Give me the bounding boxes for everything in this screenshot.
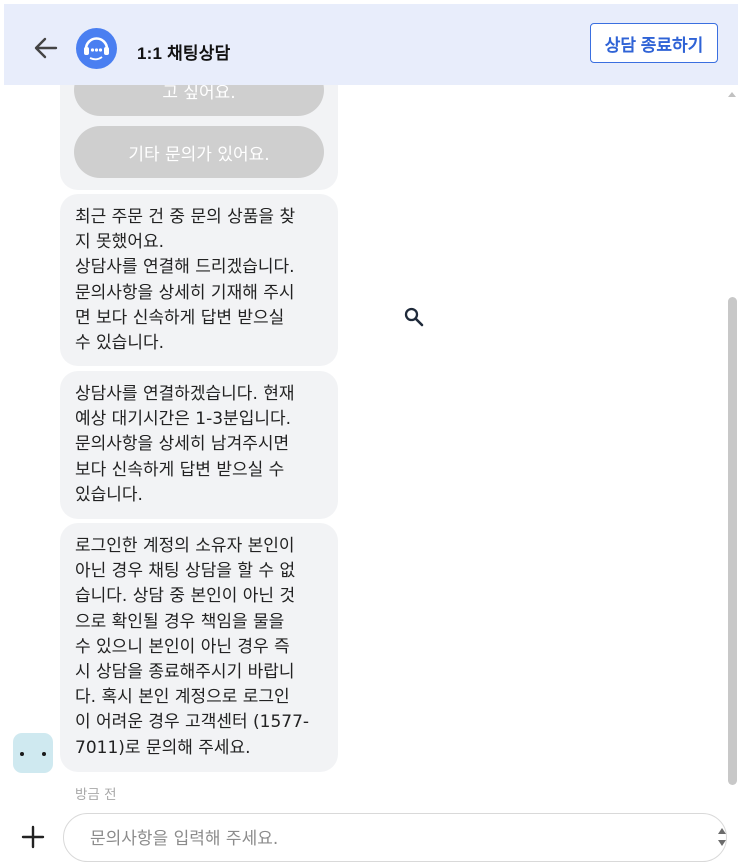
scroll-up-arrow[interactable] <box>728 92 736 97</box>
message-input-container <box>63 813 727 862</box>
quick-reply-option[interactable]: 기타 문의가 있어요. <box>74 126 324 178</box>
chat-message: 상담사를 연결하겠습니다. 현재 예상 대기시간은 1-3분입니다. 문의사항을… <box>60 371 338 519</box>
plus-icon[interactable] <box>20 824 46 850</box>
scroll-spinner-icon[interactable] <box>716 824 728 850</box>
bot-face-icon <box>20 752 46 756</box>
scrollbar-thumb[interactable] <box>728 297 737 785</box>
message-timestamp: 방금 전 <box>75 787 117 803</box>
chat-message: 로그인한 계정의 소유자 본인이 아닌 경우 채팅 상담을 할 수 없 습니다.… <box>60 523 338 772</box>
agent-avatar <box>76 28 117 69</box>
end-consultation-button[interactable]: 상담 종료하기 <box>590 23 718 63</box>
page-title: 1:1 채팅상담 <box>137 44 231 63</box>
message-input[interactable] <box>88 824 692 854</box>
headset-agent-icon <box>84 37 109 61</box>
arrow-left-icon[interactable] <box>32 34 60 62</box>
bot-avatar <box>13 733 53 773</box>
search-icon[interactable] <box>402 305 426 329</box>
chat-message: 최근 주문 건 중 문의 상품을 찾 지 못했어요. 상담사를 연결해 드리겠습… <box>60 194 338 366</box>
